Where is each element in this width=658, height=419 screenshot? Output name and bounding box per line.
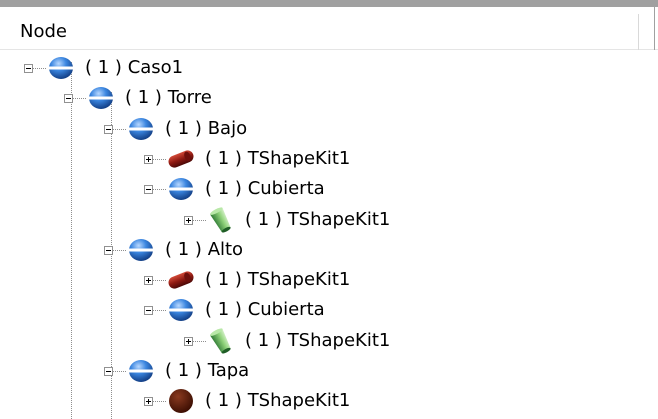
tree-node-label[interactable]: ( 1 ) TShapeKit1 [245,209,390,231]
column-title-node: Node [20,21,67,42]
red-capsule-shape-icon [165,146,197,172]
expand-toggle[interactable] [144,155,153,164]
brown-sphere-shape-icon [165,388,197,414]
tree-node-label[interactable]: ( 1 ) Cubierta [205,178,325,200]
header-right-border [654,7,655,50]
tree-node-name: Tapa [207,360,250,381]
tree-node-name: TShapeKit1 [247,148,351,169]
tree-node-count: ( 1 ) [205,148,242,169]
header-top-border [0,0,658,7]
expand-toggle[interactable] [144,397,153,406]
collapse-toggle[interactable] [24,64,33,73]
tree-guide-line [71,62,72,419]
tree-node-label[interactable]: ( 1 ) TShapeKit1 [205,269,350,291]
green-cylinder-shape-icon [205,207,237,233]
tree-node-count: ( 1 ) [85,57,122,78]
expand-toggle[interactable] [184,337,193,346]
tree-node-count: ( 1 ) [205,269,242,290]
tree-node-name: Cubierta [247,299,325,320]
tree-node-label[interactable]: ( 1 ) Torre [125,87,212,109]
tree-node-name: Cubierta [247,178,325,199]
green-cylinder-shape-icon [205,328,237,354]
tree-node-count: ( 1 ) [205,390,242,411]
separator-node-icon [85,85,117,111]
separator-node-icon [125,358,157,384]
red-capsule-shape-icon [165,267,197,293]
separator-node-icon [165,297,197,323]
expand-toggle[interactable] [184,216,193,225]
tree-column-header[interactable]: Node [0,0,658,50]
separator-node-icon [125,116,157,142]
tree-node-label[interactable]: ( 1 ) Caso1 [85,57,183,79]
tree-node-label[interactable]: ( 1 ) Bajo [165,118,247,140]
collapse-toggle[interactable] [64,94,73,103]
tree-node-count: ( 1 ) [165,360,202,381]
tree-node-name: Torre [167,87,212,108]
tree-node-name: Alto [207,239,244,260]
tree-node-name: Caso1 [127,57,184,78]
collapse-toggle[interactable] [104,367,113,376]
tree-node-label[interactable]: ( 1 ) Tapa [165,360,249,382]
tree-node-name: TShapeKit1 [247,269,351,290]
separator-node-icon [165,176,197,202]
collapse-toggle[interactable] [144,185,153,194]
tree-node-count: ( 1 ) [205,178,242,199]
tree-node-name: TShapeKit1 [287,209,391,230]
tree-node-count: ( 1 ) [165,239,202,260]
tree-node-label[interactable]: ( 1 ) TShapeKit1 [205,148,350,170]
tree-node-label[interactable]: ( 1 ) Cubierta [205,299,325,321]
tree-node-count: ( 1 ) [125,87,162,108]
tree-node-name: TShapeKit1 [247,390,351,411]
collapse-toggle[interactable] [144,306,153,315]
tree-node-label[interactable]: ( 1 ) TShapeKit1 [205,390,350,412]
separator-node-icon [125,237,157,263]
tree-node-count: ( 1 ) [165,118,202,139]
tree-node-name: Bajo [207,118,248,139]
collapse-toggle[interactable] [104,246,113,255]
tree-node-name: TShapeKit1 [287,330,391,351]
tree-node-label[interactable]: ( 1 ) Alto [165,239,243,261]
expand-toggle[interactable] [144,276,153,285]
tree-node-count: ( 1 ) [245,209,282,230]
column-divider[interactable] [638,14,639,50]
tree-node-label[interactable]: ( 1 ) TShapeKit1 [245,330,390,352]
separator-node-icon [45,55,77,81]
collapse-toggle[interactable] [104,125,113,134]
scene-graph-tree[interactable]: ( 1 ) Caso1( 1 ) Torre( 1 ) Bajo( 1 ) TS… [0,50,658,419]
tree-node-count: ( 1 ) [205,299,242,320]
tree-node-count: ( 1 ) [245,330,282,351]
